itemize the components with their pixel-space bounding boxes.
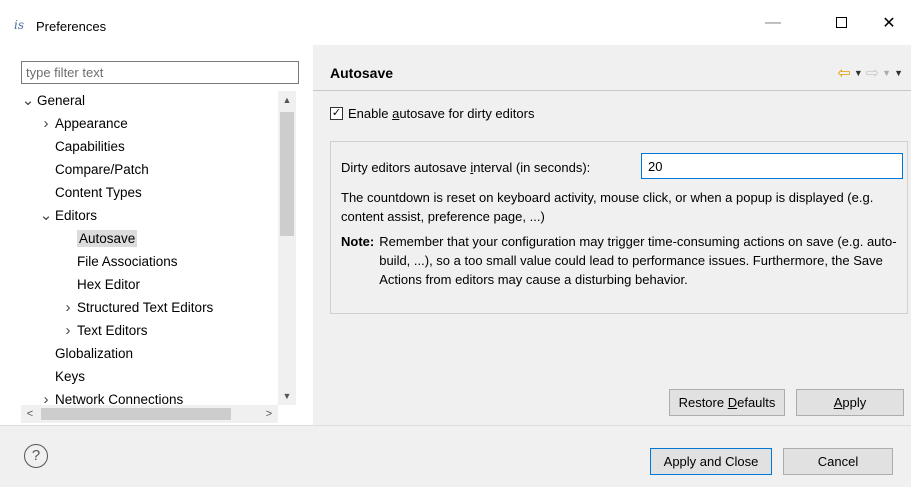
page-title: Autosave (330, 65, 394, 81)
collapsed-chevron-icon[interactable]: › (39, 390, 53, 405)
tree-item-label: Compare/Patch (55, 162, 149, 177)
collapsed-chevron-icon[interactable]: › (61, 298, 75, 318)
scroll-right-icon[interactable]: > (260, 405, 278, 423)
page-header: Autosave ⇦ ▼ ⇨ ▼ ▼ (313, 57, 911, 89)
window-title: Preferences (36, 19, 107, 34)
tree-item-capabilities[interactable]: Capabilities (55, 137, 125, 157)
close-icon: ✕ (882, 14, 896, 32)
interval-field[interactable] (641, 153, 903, 179)
tree-item-autosave[interactable]: Autosave (77, 229, 138, 249)
tree-item-editors[interactable]: ⌄ Editors (40, 206, 98, 226)
view-menu-icon[interactable]: ▼ (894, 68, 903, 78)
cancel-button[interactable]: Cancel (783, 448, 893, 475)
tree-item-compare-patch[interactable]: Compare/Patch (55, 160, 149, 180)
tree-item-label: Globalization (55, 346, 134, 361)
apply-and-close-button[interactable]: Apply and Close (650, 448, 772, 475)
maximize-button[interactable] (818, 0, 864, 45)
tree-item-label: Autosave (77, 230, 138, 247)
tree-item-general[interactable]: ⌄ General (22, 91, 86, 111)
history-nav: ⇦ ▼ ⇨ ▼ ▼ (837, 63, 903, 83)
tree-item-label: Keys (55, 369, 86, 384)
scroll-down-icon[interactable]: ▼ (278, 387, 296, 405)
countdown-description: The countdown is reset on keyboard activ… (341, 190, 874, 224)
tree-item-structured-text-editors[interactable]: › Structured Text Editors (66, 298, 214, 318)
tree-item-appearance[interactable]: › Appearance (44, 114, 128, 134)
back-arrow-icon[interactable]: ⇦ (837, 63, 850, 83)
back-dropdown-icon[interactable]: ▼ (854, 68, 863, 78)
tree-horizontal-scrollbar[interactable]: < > (21, 405, 278, 423)
tree-item-content-types[interactable]: Content Types (55, 183, 142, 203)
preference-page: Autosave ⇦ ▼ ⇨ ▼ ▼ ✓ Enable autosave for… (313, 45, 911, 425)
tree-vertical-scrollbar[interactable]: ▲ ▼ (278, 91, 296, 405)
tree-item-label: General (37, 93, 86, 108)
hscroll-thumb[interactable] (41, 408, 231, 420)
checkbox-checked-icon[interactable]: ✓ (330, 107, 343, 120)
collapsed-chevron-icon[interactable]: › (61, 321, 75, 341)
minimize-icon: — (765, 13, 781, 31)
preferences-sidebar: ⌄General›AppearanceCapabilitiesCompare/P… (0, 45, 310, 425)
tree-item-label: Text Editors (77, 323, 148, 338)
tree-item-globalization[interactable]: Globalization (55, 344, 133, 364)
tree-item-label: Structured Text Editors (77, 300, 214, 315)
filter-input[interactable] (21, 61, 299, 84)
maximize-icon (835, 17, 847, 28)
minimize-button[interactable]: — (750, 0, 796, 45)
restore-defaults-button[interactable]: Restore Defaults (669, 389, 785, 416)
dialog-footer: ? Apply and Close Cancel (0, 426, 911, 487)
tree-item-text-editors[interactable]: › Text Editors (66, 321, 148, 341)
tree-item-hex-editor[interactable]: Hex Editor (77, 275, 140, 295)
expanded-chevron-icon[interactable]: ⌄ (21, 91, 35, 111)
note-label: Note: (341, 234, 375, 249)
header-divider (313, 90, 911, 91)
forward-arrow-icon[interactable]: ⇨ (866, 63, 879, 83)
tree-item-label: Editors (55, 208, 98, 223)
tree-item-label: Hex Editor (77, 277, 141, 292)
collapsed-chevron-icon[interactable]: › (39, 114, 53, 134)
help-icon[interactable]: ? (24, 444, 48, 468)
note-body: Remember that your configuration may tri… (379, 234, 897, 287)
enable-autosave-label: Enable autosave for dirty editors (348, 106, 535, 121)
tree-item-label: Content Types (55, 185, 142, 200)
tree-item-label: File Associations (77, 254, 178, 269)
autosave-settings-group: Dirty editors autosave interval (in seco… (330, 141, 908, 314)
app-logo-icon: is (14, 18, 24, 32)
forward-dropdown-icon[interactable]: ▼ (882, 68, 891, 78)
enable-autosave-checkbox[interactable]: ✓ Enable autosave for dirty editors (330, 106, 534, 121)
tree-item-network-connections[interactable]: › Network Connections (44, 390, 184, 405)
title-bar: is Preferences — ✕ (0, 0, 911, 45)
tree-item-label: Appearance (55, 116, 128, 131)
scroll-thumb[interactable] (280, 112, 294, 236)
tree-item-keys[interactable]: Keys (55, 367, 85, 387)
scroll-left-icon[interactable]: < (21, 405, 39, 423)
tree-item-label: Network Connections (55, 392, 184, 405)
expanded-chevron-icon[interactable]: ⌄ (39, 206, 53, 226)
preferences-tree: ⌄ General › Appearance Capabilities Compare/P… (21, 91, 278, 405)
apply-button[interactable]: Apply (796, 389, 904, 416)
scroll-up-icon[interactable]: ▲ (278, 91, 296, 109)
interval-label: Dirty editors autosave interval (in seco… (341, 160, 591, 175)
tree-item-label: Capabilities (55, 139, 125, 154)
tree-item-file-associations[interactable]: File Associations (77, 252, 178, 272)
close-button[interactable]: ✕ (866, 0, 911, 45)
note-text: Note: Remember that your configuration m… (341, 232, 906, 289)
